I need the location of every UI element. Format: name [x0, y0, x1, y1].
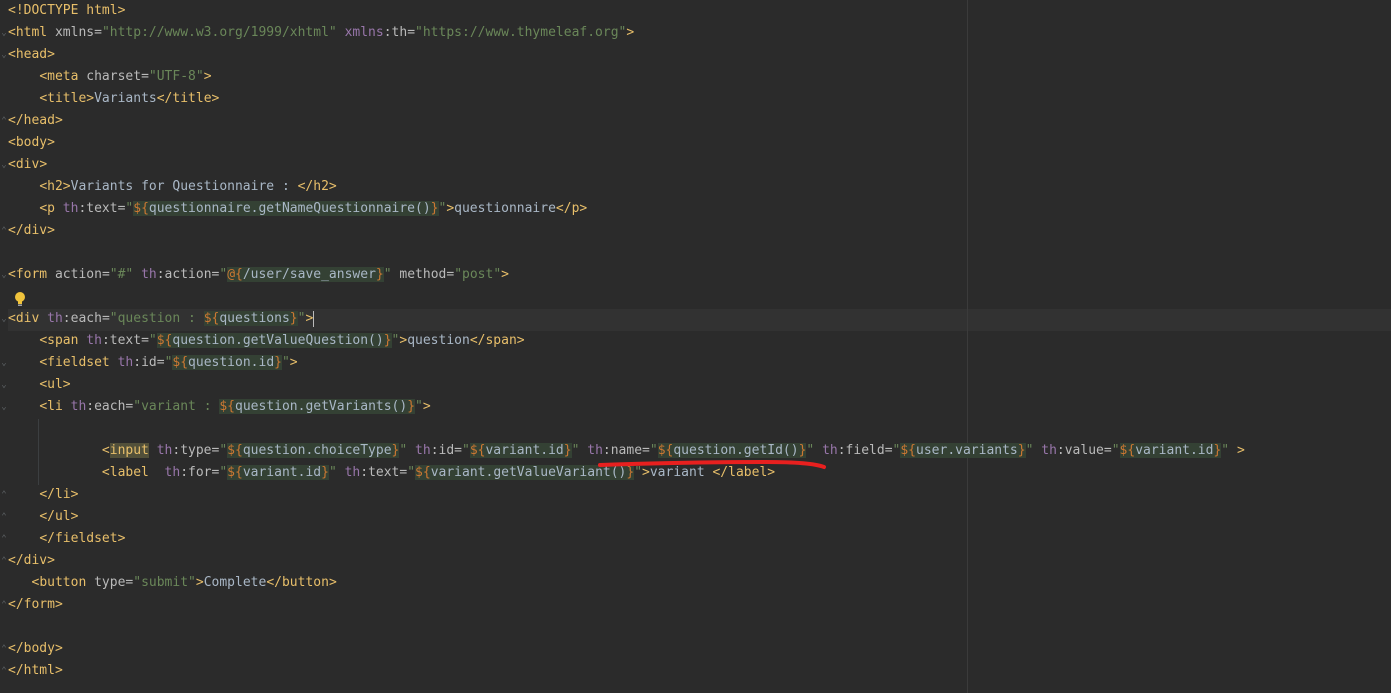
fold-marker-icon[interactable]: ⌄	[0, 374, 8, 396]
code-line[interactable]: <div>	[8, 154, 47, 176]
code-line[interactable]: <form action="#" th:action="@{/user/save…	[8, 264, 509, 286]
code-line[interactable]: </html>	[8, 660, 63, 682]
code-line[interactable]: <body>	[8, 132, 55, 154]
code-line[interactable]: <div th:each="question : ${questions}">	[8, 308, 315, 330]
code-line[interactable]: </fieldset>	[8, 528, 125, 550]
code-line[interactable]: <ul>	[8, 374, 70, 396]
code-line[interactable]: <li th:each="variant : ${question.getVar…	[8, 396, 431, 418]
code-line[interactable]: </div>	[8, 220, 55, 242]
code-line[interactable]: <head>	[8, 44, 55, 66]
code-line[interactable]: </li>	[8, 484, 78, 506]
code-line[interactable]: </div>	[8, 550, 55, 572]
code-line[interactable]: </body>	[8, 638, 63, 660]
code-line[interactable]: </form>	[8, 594, 63, 616]
lightbulb-icon[interactable]	[14, 291, 26, 307]
fold-marker-icon[interactable]: ⌄	[0, 22, 8, 44]
code-line[interactable]: <html xmlns="http://www.w3.org/1999/xhtm…	[8, 22, 634, 44]
right-margin-guide	[967, 0, 968, 693]
red-underline-mark	[598, 459, 826, 469]
text-caret	[313, 310, 315, 327]
fold-marker-icon[interactable]: ⌄	[0, 352, 8, 374]
code-editor[interactable]: ⌄ ⌄ ⌃ ⌄ ⌃ ⌄ ⌄ ⌄ ⌄ ⌄ ⌃ ⌃ ⌃ ⌃ ⌃ ⌃ ⌃ <!DOCT…	[0, 0, 1391, 693]
fold-marker-icon[interactable]: ⌃	[0, 484, 8, 506]
code-line[interactable]: <meta charset="UTF-8">	[8, 66, 211, 88]
fold-marker-icon[interactable]: ⌃	[0, 528, 8, 550]
code-line[interactable]: <p th:text="${questionnaire.getNameQuest…	[8, 198, 587, 220]
fold-marker-icon[interactable]: ⌃	[0, 550, 8, 572]
fold-marker-icon[interactable]: ⌄	[0, 154, 8, 176]
fold-marker-icon[interactable]: ⌄	[0, 264, 8, 286]
code-line[interactable]: </ul>	[8, 506, 78, 528]
code-line[interactable]: <span th:text="${question.getValueQuesti…	[8, 330, 525, 352]
code-line[interactable]: </head>	[8, 110, 63, 132]
fold-marker-icon[interactable]: ⌃	[0, 506, 8, 528]
fold-marker-icon[interactable]: ⌄	[0, 44, 8, 66]
code-line[interactable]: <title>Variants</title>	[8, 88, 219, 110]
gutter	[0, 0, 8, 693]
code-line[interactable]: <!DOCTYPE html>	[8, 0, 125, 22]
fold-marker-icon[interactable]: ⌄	[0, 396, 8, 418]
fold-marker-icon[interactable]: ⌃	[0, 110, 8, 132]
fold-marker-icon[interactable]: ⌃	[0, 594, 8, 616]
code-line[interactable]: <h2>Variants for Questionnaire : </h2>	[8, 176, 336, 198]
fold-marker-icon[interactable]: ⌃	[0, 638, 8, 660]
code-line[interactable]: <button type="submit">Complete</button>	[8, 572, 336, 594]
fold-marker-icon[interactable]: ⌃	[0, 220, 8, 242]
fold-marker-icon[interactable]: ⌄	[0, 308, 8, 330]
code-line[interactable]: <fieldset th:id="${question.id}">	[8, 352, 298, 374]
fold-marker-icon[interactable]: ⌃	[0, 660, 8, 682]
